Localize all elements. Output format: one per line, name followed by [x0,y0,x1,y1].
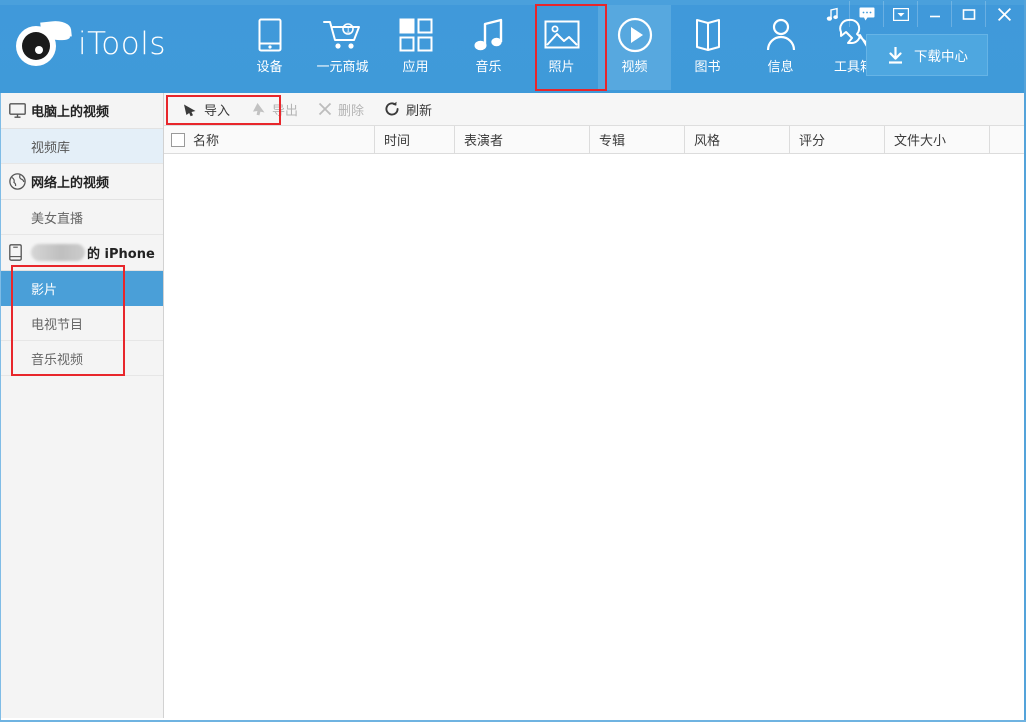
redacted-device-owner [31,244,85,261]
nav-label: 视频 [621,60,648,75]
delete-button[interactable]: 删除 [308,96,374,122]
export-button[interactable]: 导出 [240,96,308,122]
itools-window: iTools 设备 1 一元商城 应用 音乐 照片 视频 图书 信息 工具箱 下… [0,0,1026,722]
nav-label: 一元商城 [316,60,369,75]
nav-label: 信息 [767,60,794,75]
table-header: 名称 时间 表演者 专辑 风格 评分 文件大小 [164,125,1026,154]
column-label: 时间 [384,134,411,149]
sidebar-group-network-videos[interactable]: 网络上的视频 [0,164,163,200]
nav-item-devices[interactable]: 设备 [233,5,306,90]
video-list-empty[interactable] [164,154,1026,716]
toolbar-label: 删除 [338,103,365,119]
export-arrow-icon [250,102,266,117]
column-label: 专辑 [599,134,626,149]
itools-eye-icon [14,19,72,68]
phone-icon [9,244,31,261]
window-controls [816,0,1022,28]
content-toolbar: 导入 导出 删除 刷新 [164,93,1026,126]
column-header-rating[interactable]: 评分 [789,125,884,154]
nav-label: 音乐 [475,60,502,75]
sidebar-item-tv-shows[interactable]: 电视节目 [0,306,163,341]
nav-item-music[interactable]: 音乐 [452,5,525,90]
column-label: 名称 [193,134,220,149]
import-button[interactable]: 导入 [172,96,240,122]
sidebar-item-label: 美女直播 [31,211,84,227]
column-label: 风格 [694,134,721,149]
toolbar-label: 导入 [204,103,231,119]
column-label: 评分 [799,134,826,149]
nav-label: 设备 [256,60,283,75]
person-icon [765,9,797,61]
nav-item-books[interactable]: 图书 [671,5,744,90]
sidebar-item-movies[interactable]: 影片 [0,271,163,306]
sidebar-item-label: 影片 [31,282,58,298]
refresh-button[interactable]: 刷新 [374,96,442,122]
device-icon [257,9,283,61]
refresh-icon [384,101,400,117]
video-play-icon [617,9,653,61]
feedback-icon[interactable] [849,1,883,27]
nav-label: 照片 [548,60,575,75]
app-name: iTools [78,26,166,62]
nav-label: 应用 [402,60,429,75]
column-header-artist[interactable]: 表演者 [454,125,589,154]
close-icon[interactable] [985,1,1022,27]
toolbar-label: 刷新 [406,103,433,119]
import-arrow-icon [182,102,198,117]
dropdown-icon[interactable] [883,1,917,27]
sidebar-group-label: 网络上的视频 [31,176,110,191]
app-logo: iTools [14,19,166,68]
sidebar-group-device-iphone[interactable]: 的 iPhone [0,235,163,271]
music-icon[interactable] [816,1,849,27]
music-note-icon [473,9,505,61]
nav-item-photos[interactable]: 照片 [525,5,598,90]
device-name: 的 iPhone [31,243,155,262]
book-icon [694,9,722,61]
nav-item-apps[interactable]: 应用 [379,5,452,90]
select-all-checkbox[interactable] [171,132,185,147]
column-header-filesize[interactable]: 文件大小 [884,125,989,154]
sidebar: 电脑上的视频 视频库 网络上的视频 美女直播 的 iPhone 影片 电视节目 … [0,93,164,718]
toolbar-label: 导出 [272,103,299,119]
maximize-icon[interactable] [951,1,985,27]
apps-icon [399,9,433,61]
sidebar-item-label: 视频库 [31,140,71,156]
sidebar-item-video-library[interactable]: 视频库 [0,129,163,164]
sidebar-item-live-stream[interactable]: 美女直播 [0,200,163,235]
column-header-album[interactable]: 专辑 [589,125,684,154]
main-nav: 设备 1 一元商城 应用 音乐 照片 视频 图书 信息 工具箱 [233,5,890,90]
column-label: 文件大小 [894,134,947,149]
globe-icon [9,173,31,190]
delete-x-icon [318,102,332,116]
column-header-time[interactable]: 时间 [374,125,454,154]
sidebar-group-computer-videos[interactable]: 电脑上的视频 [0,93,163,129]
monitor-icon [9,103,31,118]
window-left-border [0,93,1,720]
sidebar-group-label: 电脑上的视频 [31,105,110,120]
app-header: iTools 设备 1 一元商城 应用 音乐 照片 视频 图书 信息 工具箱 下… [0,0,1026,93]
sidebar-item-label: 电视节目 [31,317,84,333]
minimize-icon[interactable] [917,1,951,27]
photo-icon [544,9,580,61]
svg-text:1: 1 [345,26,350,35]
nav-label: 图书 [694,60,721,75]
nav-item-store[interactable]: 1 一元商城 [306,5,379,90]
nav-item-video[interactable]: 视频 [598,5,671,90]
download-center-label: 下载中心 [914,49,968,65]
nav-item-info[interactable]: 信息 [744,5,817,90]
column-header-genre[interactable]: 风格 [684,125,789,154]
cart-icon: 1 [322,9,363,61]
content-pane: 导入 导出 删除 刷新 名称 时间 表演者 专辑 风格 评分 文件大小 [164,93,1026,718]
sidebar-item-music-videos[interactable]: 音乐视频 [0,341,163,376]
column-label: 表演者 [464,134,504,149]
column-header-spacer [989,125,1025,154]
sidebar-item-label: 音乐视频 [31,352,84,368]
download-center-button[interactable]: 下载中心 [866,34,988,76]
download-icon [886,46,905,65]
sidebar-group-label: 的 iPhone [87,247,155,262]
column-header-name[interactable]: 名称 [164,126,374,154]
